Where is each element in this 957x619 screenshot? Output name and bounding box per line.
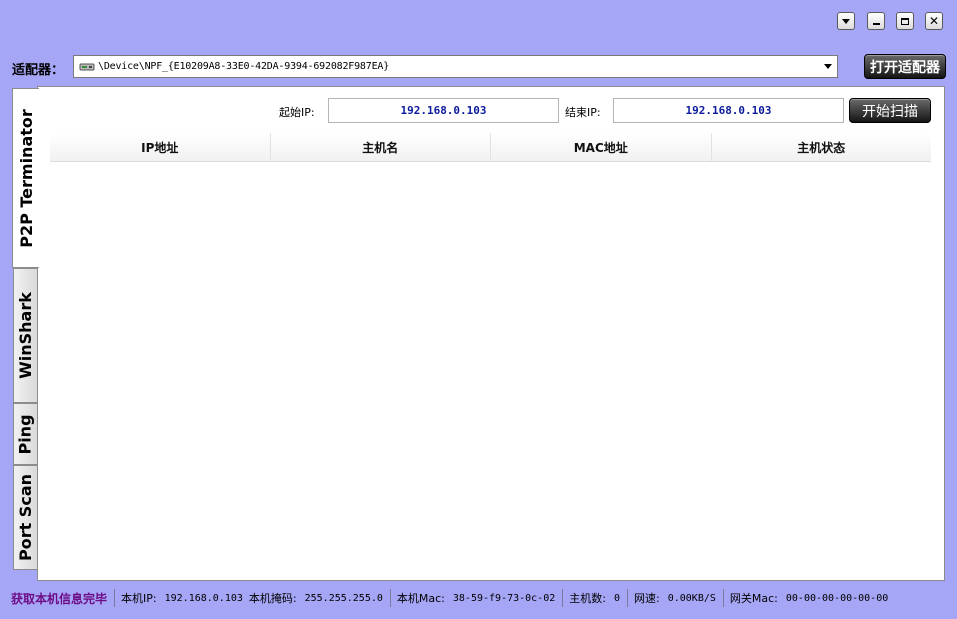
status-speed-label: 网速:: [634, 592, 660, 605]
status-gateway-mac-label: 网关Mac:: [729, 592, 778, 605]
status-host-count-value: 0: [613, 592, 620, 604]
tab-p2p-terminator[interactable]: P2P Terminator: [12, 88, 39, 268]
status-divider: [627, 589, 628, 607]
status-gateway-mac: 网关Mac: 00-00-00-00-00-00: [730, 590, 888, 606]
column-header-mac[interactable]: MAC地址: [491, 133, 712, 161]
adapter-value: \Device\NPF_{E10209A8-33E0-42DA-9394-692…: [98, 61, 390, 72]
minimize-button[interactable]: [867, 12, 885, 30]
status-mask-label: 本机掩码:: [248, 592, 297, 605]
close-icon: ✕: [928, 14, 940, 28]
status-divider: [562, 589, 564, 607]
adapter-dropdown-arrow[interactable]: [819, 56, 837, 77]
status-speed: 网速: 0.00KB/S: [634, 590, 716, 606]
column-header-status[interactable]: 主机状态: [712, 133, 932, 161]
status-divider: [114, 589, 116, 607]
status-divider: [722, 589, 724, 607]
adapter-label: 适配器：: [12, 63, 65, 78]
status-speed-value: 0.00KB/S: [667, 592, 716, 604]
chevron-down-icon: [824, 64, 832, 69]
maximize-icon: [901, 17, 909, 25]
open-adapter-button[interactable]: 打开适配器: [864, 54, 946, 79]
status-gateway-mac-value: 00-00-00-00-00-00: [785, 592, 889, 604]
status-host-count: 主机数: 0: [569, 590, 620, 606]
start-ip-input[interactable]: 192.168.0.103: [328, 98, 559, 123]
status-local-ip-value: 192.168.0.103: [164, 592, 243, 604]
tab-port-scan[interactable]: Port Scan: [13, 465, 38, 570]
tab-label: Port Scan: [16, 473, 35, 562]
end-ip-input[interactable]: 192.168.0.103: [613, 98, 844, 123]
status-mask: 本机掩码: 255.255.255.0: [249, 590, 383, 606]
tab-label: WinShark: [16, 292, 36, 379]
chevron-down-icon: [842, 18, 850, 24]
column-header-hostname[interactable]: 主机名: [271, 133, 491, 161]
host-table-header: IP地址 主机名 MAC地址 主机状态: [50, 133, 931, 162]
maximize-button[interactable]: [896, 12, 914, 30]
status-bar: 获取本机信息完毕 本机IP: 192.168.0.103 本机掩码: 255.2…: [0, 585, 957, 611]
status-divider: [389, 589, 391, 607]
status-mac-label: 本机Mac:: [396, 592, 445, 605]
status-mask-value: 255.255.255.0: [304, 592, 383, 604]
status-host-count-label: 主机数:: [569, 592, 606, 605]
status-mac-value: 38-59-f9-73-0c-02: [452, 592, 556, 604]
window-menu-button[interactable]: [837, 12, 855, 30]
column-header-ip[interactable]: IP地址: [50, 133, 271, 161]
tab-label: Ping: [16, 413, 35, 455]
network-adapter-icon: [79, 61, 95, 73]
minimize-icon: [872, 23, 880, 25]
tab-winshark[interactable]: WinShark: [13, 268, 38, 403]
tab-label: P2P Terminator: [16, 108, 36, 248]
tab-ping[interactable]: Ping: [13, 403, 38, 465]
end-ip-label: 结束IP:: [565, 106, 601, 119]
status-local-ip-label: 本机IP:: [121, 592, 157, 605]
status-mac: 本机Mac: 38-59-f9-73-0c-02: [397, 590, 555, 606]
status-message: 获取本机信息完毕: [11, 591, 108, 606]
start-scan-button[interactable]: 开始扫描: [849, 98, 931, 123]
start-ip-label: 起始IP:: [279, 106, 315, 119]
close-button[interactable]: ✕: [925, 12, 943, 30]
adapter-select[interactable]: \Device\NPF_{E10209A8-33E0-42DA-9394-692…: [73, 55, 838, 78]
status-local-ip: 本机IP: 192.168.0.103: [121, 590, 243, 606]
